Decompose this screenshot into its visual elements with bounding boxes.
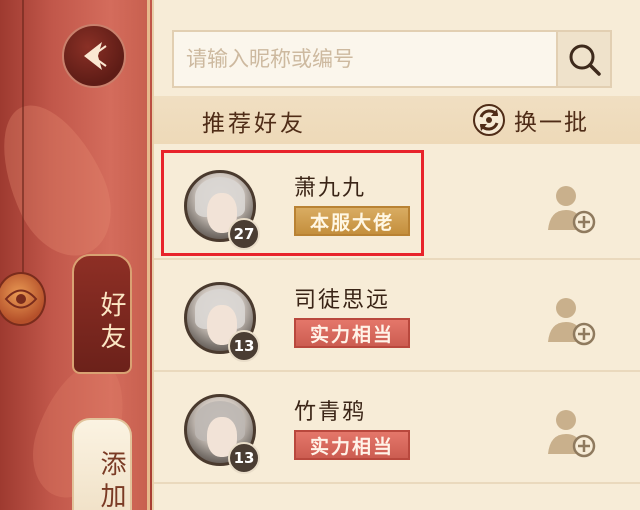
search-input[interactable]	[172, 30, 556, 88]
tab-friends[interactable]: 好友	[72, 254, 132, 374]
lantern-string	[22, 0, 24, 274]
lantern-icon	[0, 272, 46, 326]
status-badge: 本服大佬	[294, 206, 410, 236]
recommend-header: 推荐好友 换一批	[154, 96, 640, 144]
friend-name: 司徒思远	[294, 288, 391, 313]
level-badge: 13	[228, 330, 260, 362]
friend-row[interactable]: 13 司徒思远 实力相当	[154, 260, 640, 372]
search-icon	[569, 44, 601, 76]
add-friend-icon	[548, 410, 596, 458]
refresh-icon	[473, 104, 505, 136]
add-friend-icon	[548, 298, 596, 346]
refresh-button[interactable]: 换一批	[472, 103, 589, 137]
friend-name: 竹青鸦	[294, 400, 367, 425]
status-badge: 实力相当	[294, 430, 410, 460]
level-badge: 27	[228, 218, 260, 250]
header-title: 推荐好友	[202, 111, 306, 137]
refresh-label: 换一批	[514, 110, 589, 136]
friend-row-partial	[154, 484, 640, 510]
add-friend-button[interactable]	[542, 402, 602, 462]
add-friend-button[interactable]	[542, 290, 602, 350]
search-button[interactable]	[556, 30, 612, 88]
level-badge: 13	[228, 442, 260, 474]
back-arrow-icon	[84, 42, 107, 70]
main-panel: 推荐好友 换一批 27 萧九九 本服大佬	[152, 0, 640, 510]
status-badge: 实力相当	[294, 318, 410, 348]
tab-add[interactable]: 添加	[72, 418, 132, 510]
friend-name: 萧九九	[294, 176, 367, 201]
add-friend-button[interactable]	[542, 178, 602, 238]
search-bar	[172, 30, 612, 88]
tab-friends-label: 好友	[96, 291, 126, 355]
friend-row[interactable]: 27 萧九九 本服大佬	[154, 148, 640, 260]
add-friend-icon	[548, 186, 596, 234]
back-button[interactable]	[62, 24, 126, 88]
friend-row[interactable]: 13 竹青鸦 实力相当	[154, 372, 640, 484]
sidebar: 好友 添加	[0, 0, 152, 510]
tab-add-label: 添加	[96, 450, 126, 510]
